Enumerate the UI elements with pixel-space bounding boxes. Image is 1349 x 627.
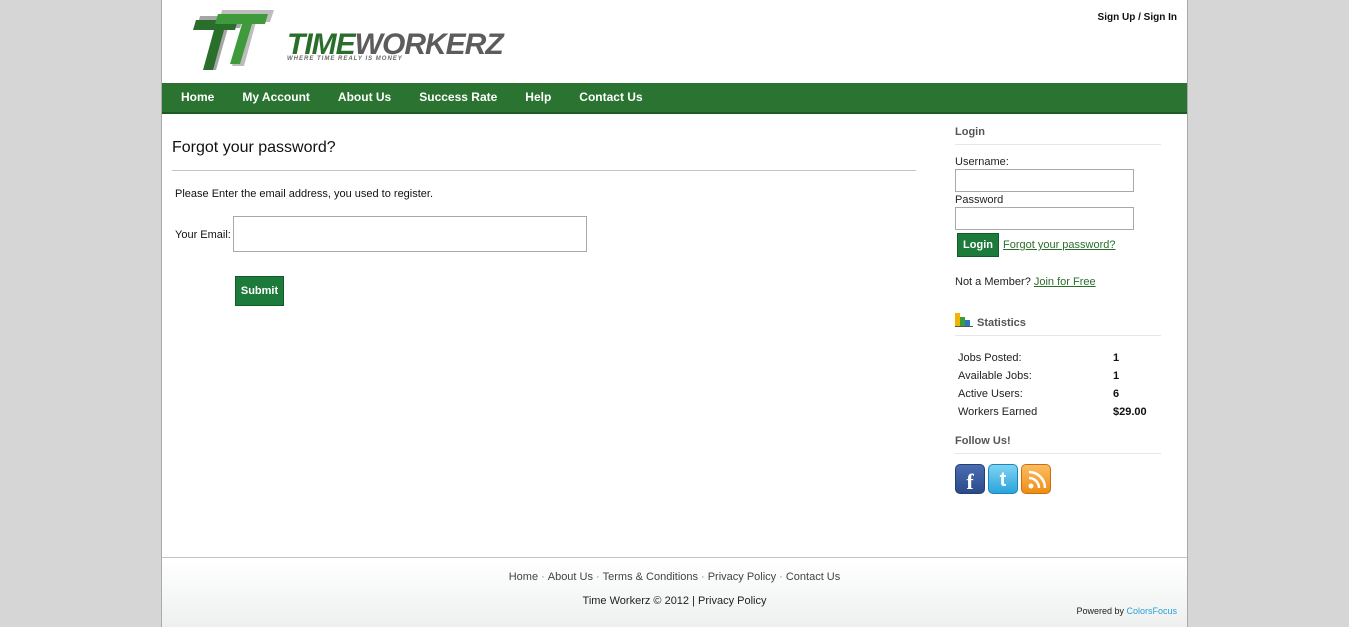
copyright-privacy-link[interactable]: Privacy Policy — [698, 595, 766, 607]
page-container: TIMEWORKERZ WHERE TIME REALY IS MONEY Si… — [161, 0, 1188, 627]
footer-sep: · — [595, 571, 600, 583]
follow-heading: Follow Us! — [955, 435, 1011, 447]
stat-label: Jobs Posted: — [958, 352, 1022, 364]
statistics-heading: Statistics — [977, 317, 1026, 329]
follow-divider — [955, 453, 1161, 454]
logo-tt-icon — [193, 10, 274, 70]
footer-sep: · — [541, 571, 545, 583]
login-divider — [955, 144, 1161, 145]
sign-in-link[interactable]: Sign In — [1144, 12, 1177, 23]
footer-link-privacy[interactable]: Privacy Policy — [708, 571, 776, 583]
nav-contact-us[interactable]: Contact Us — [579, 83, 642, 112]
footer-sep: · — [779, 571, 783, 583]
sign-up-link[interactable]: Sign Up — [1098, 12, 1136, 23]
rss-icon[interactable] — [1021, 464, 1051, 494]
bar-chart-icon — [955, 313, 973, 327]
forgot-password-link[interactable]: Forgot your password? — [1003, 239, 1116, 251]
password-input[interactable] — [955, 207, 1134, 230]
email-input[interactable] — [233, 216, 587, 252]
footer-sep: · — [701, 571, 705, 583]
nav-home[interactable]: Home — [181, 83, 214, 112]
footer: Home · About Us · Terms & Conditions · Privacy… — [162, 557, 1187, 627]
stat-row: Active Users: 6 — [958, 385, 1158, 403]
submit-button[interactable]: Submit — [235, 276, 284, 306]
footer-link-about[interactable]: About Us — [548, 571, 593, 583]
footer-link-home[interactable]: Home — [509, 571, 538, 583]
page-title: Forgot your password? — [172, 139, 336, 156]
footer-link-terms[interactable]: Terms & Conditions — [603, 571, 698, 583]
nav-about-us[interactable]: About Us — [338, 83, 391, 112]
footer-links: Home · About Us · Terms & Conditions · Privacy… — [162, 571, 1187, 583]
footer-link-contact[interactable]: Contact Us — [786, 571, 840, 583]
login-heading: Login — [955, 126, 985, 138]
nav-help[interactable]: Help — [525, 83, 551, 112]
login-button[interactable]: Login — [957, 233, 999, 257]
powered-by-text: Powered by — [1076, 606, 1127, 616]
not-member-label: Not a Member? — [955, 276, 1034, 288]
stat-value: 1 — [1113, 370, 1120, 382]
copyright-text: Time Workerz © 2012 | — [582, 595, 699, 607]
colorsfocus-link[interactable]: ColorsFocus — [1126, 606, 1177, 616]
twitter-icon[interactable]: t — [988, 464, 1018, 494]
logo-tagline: WHERE TIME REALY IS MONEY — [287, 56, 403, 62]
nav-my-account[interactable]: My Account — [242, 83, 310, 112]
instruction-text: Please Enter the email address, you used… — [175, 188, 434, 200]
email-label: Your Email: — [175, 229, 231, 241]
username-input[interactable] — [955, 169, 1134, 192]
stat-label: Available Jobs: — [958, 370, 1032, 382]
stat-value: 1 — [1113, 352, 1120, 364]
password-label: Password — [955, 194, 1004, 206]
powered-by: Powered by ColorsFocus — [1076, 606, 1177, 616]
title-divider — [172, 170, 916, 171]
not-member-text: Not a Member? Join for Free — [955, 276, 1096, 288]
main-nav: Home My Account About Us Success Rate He… — [162, 83, 1187, 114]
facebook-icon[interactable]: f — [955, 464, 985, 494]
stat-row: Jobs Posted: 1 — [958, 349, 1158, 367]
stat-value: $29.00 — [1113, 406, 1147, 418]
join-free-link[interactable]: Join for Free — [1034, 276, 1096, 288]
stat-label: Active Users: — [958, 388, 1023, 400]
stat-row: Workers Earned $29.00 — [958, 403, 1158, 421]
statistics-divider — [955, 335, 1161, 336]
site-logo[interactable]: TIMEWORKERZ WHERE TIME REALY IS MONEY — [192, 6, 504, 76]
copyright: Time Workerz © 2012 | Privacy Policy — [162, 595, 1187, 607]
auth-sep: / — [1135, 12, 1144, 23]
username-label: Username: — [955, 156, 1009, 168]
stat-label: Workers Earned — [958, 406, 1038, 418]
statistics-table: Jobs Posted: 1 Available Jobs: 1 Active … — [958, 349, 1158, 421]
stat-value: 6 — [1113, 388, 1120, 400]
stat-row: Available Jobs: 1 — [958, 367, 1158, 385]
auth-links: Sign Up / Sign In — [1098, 12, 1177, 23]
nav-success-rate[interactable]: Success Rate — [419, 83, 497, 112]
